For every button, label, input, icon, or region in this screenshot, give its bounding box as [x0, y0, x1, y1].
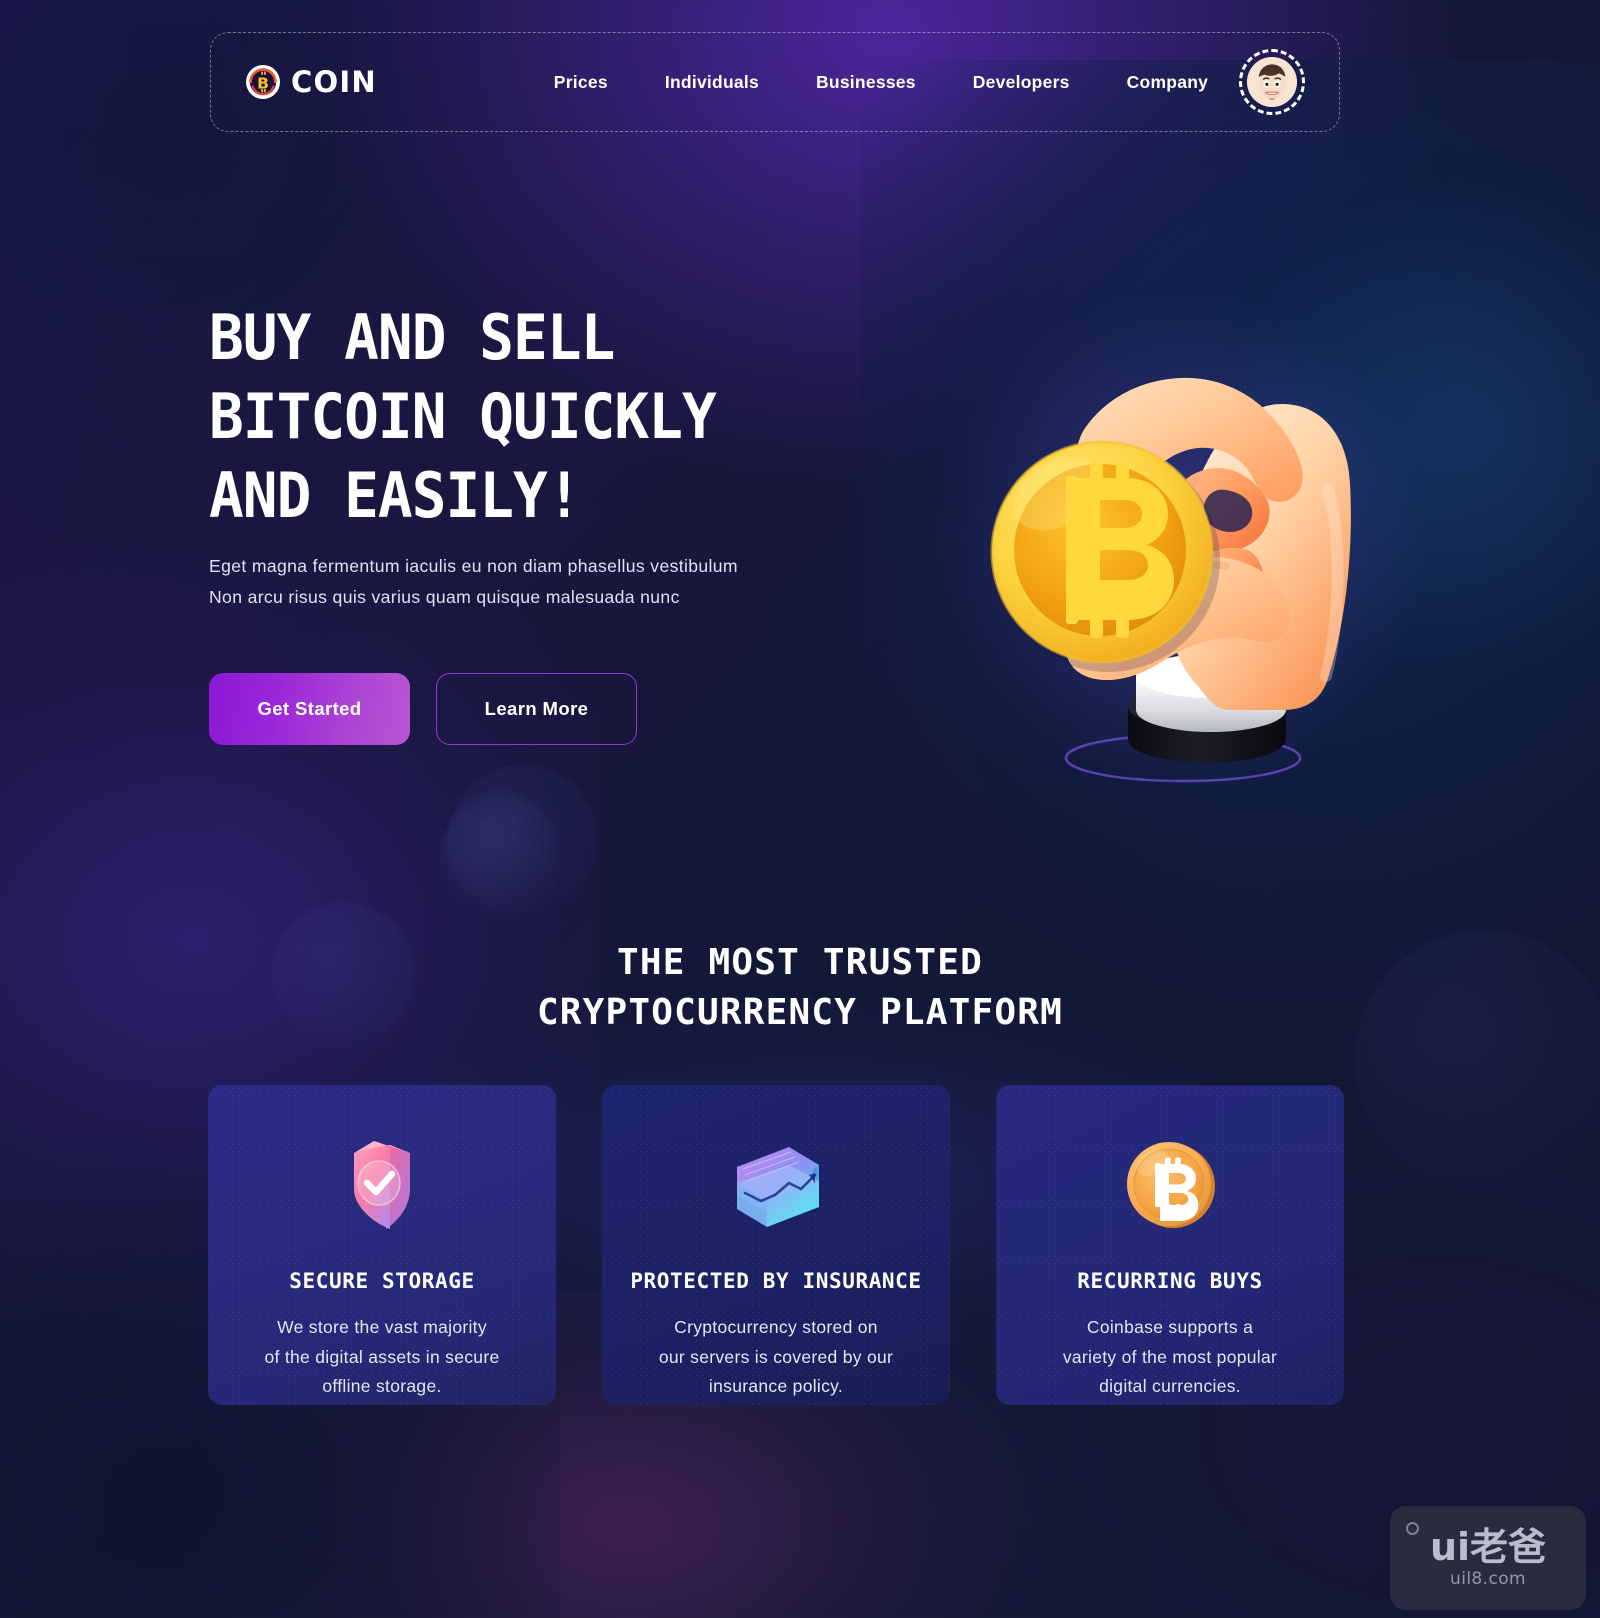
hero-actions: Get Started Learn More — [209, 673, 637, 745]
brand-logo[interactable]: B COIN — [245, 64, 377, 100]
nav-link-company[interactable]: Company — [1127, 72, 1208, 93]
card-desc-line: variety of the most popular — [1062, 1346, 1278, 1367]
feature-card-protected-by-insurance[interactable]: PROTECTED BY INSURANCE Cryptocurrency st… — [602, 1085, 950, 1405]
card-title: RECURRING BUYS — [1077, 1269, 1263, 1293]
card-desc-line: of the digital assets in secure — [264, 1346, 500, 1367]
card-desc-line: offline storage. — [322, 1376, 442, 1396]
nav-link-businesses[interactable]: Businesses — [816, 72, 916, 93]
page-title: BUY AND SELL BITCOIN QUICKLY AND EASILY! — [209, 298, 860, 535]
feature-card-recurring-buys[interactable]: RECURRING BUYS Coinbase supports a varie… — [996, 1085, 1344, 1405]
card-description: We store the vast majority of the digita… — [234, 1313, 530, 1402]
nav-link-developers[interactable]: Developers — [973, 72, 1070, 93]
card-desc-line: digital currencies. — [1099, 1376, 1241, 1396]
hero-subtitle-line: Eget magna fermentum iaculis eu non diam… — [209, 556, 738, 576]
card-title: PROTECTED BY INSURANCE — [630, 1269, 922, 1293]
card-title: SECURE STORAGE — [289, 1269, 475, 1293]
hero-title-line: BUY AND SELL — [209, 301, 615, 374]
hand-holding-bitcoin-coin-illustration — [930, 240, 1470, 800]
feature-cards: SECURE STORAGE We store the vast majorit… — [208, 1085, 1345, 1405]
feature-card-secure-storage[interactable]: SECURE STORAGE We store the vast majorit… — [208, 1085, 556, 1405]
section-title-line: CRYPTOCURRENCY PLATFORM — [536, 992, 1064, 1033]
bitcoin-coin-icon — [1022, 1129, 1318, 1241]
bitcoin-coin-icon: B — [245, 64, 281, 100]
card-desc-line: Coinbase supports a — [1086, 1317, 1254, 1337]
shield-check-icon — [234, 1129, 530, 1241]
card-desc-line: Cryptocurrency stored on — [674, 1317, 878, 1337]
wallet-chart-icon — [628, 1129, 924, 1241]
hero-subtitle: Eget magna fermentum iaculis eu non diam… — [209, 551, 909, 613]
circle-icon — [1406, 1522, 1419, 1535]
nav-links: Prices Individuals Businesses Developers… — [554, 72, 1208, 93]
hero-title-line: BITCOIN QUICKLY — [209, 380, 717, 453]
brand-name: COIN — [291, 65, 377, 99]
card-desc-line: our servers is covered by our — [658, 1346, 894, 1367]
watermark-badge: ui老爸 uil8.com — [1390, 1506, 1586, 1610]
nav-link-individuals[interactable]: Individuals — [665, 72, 759, 93]
hero-subtitle-line: Non arcu risus quis varius quam quisque … — [209, 587, 680, 607]
watermark-url: uil8.com — [1450, 1568, 1526, 1589]
nav-link-prices[interactable]: Prices — [554, 72, 608, 93]
avatar[interactable] — [1239, 49, 1305, 115]
watermark-title: ui老爸 — [1429, 1524, 1547, 1569]
card-desc-line: We store the vast majority — [277, 1317, 487, 1337]
section-title-line: THE MOST TRUSTED — [617, 942, 983, 983]
section-title: THE MOST TRUSTED CRYPTOCURRENCY PLATFORM — [0, 938, 1600, 1038]
navbar: B COIN Prices Individuals Businesses Dev… — [210, 32, 1340, 132]
landing-page: B COIN Prices Individuals Businesses Dev… — [0, 0, 1600, 1618]
get-started-button[interactable]: Get Started — [209, 673, 410, 745]
card-description: Cryptocurrency stored on our servers is … — [628, 1313, 924, 1402]
card-desc-line: insurance policy. — [708, 1376, 844, 1396]
hero-title-line: AND EASILY! — [209, 459, 582, 532]
card-description: Coinbase supports a variety of the most … — [1022, 1313, 1318, 1402]
learn-more-button[interactable]: Learn More — [436, 673, 637, 745]
avatar-dashed-ring — [1239, 49, 1305, 115]
